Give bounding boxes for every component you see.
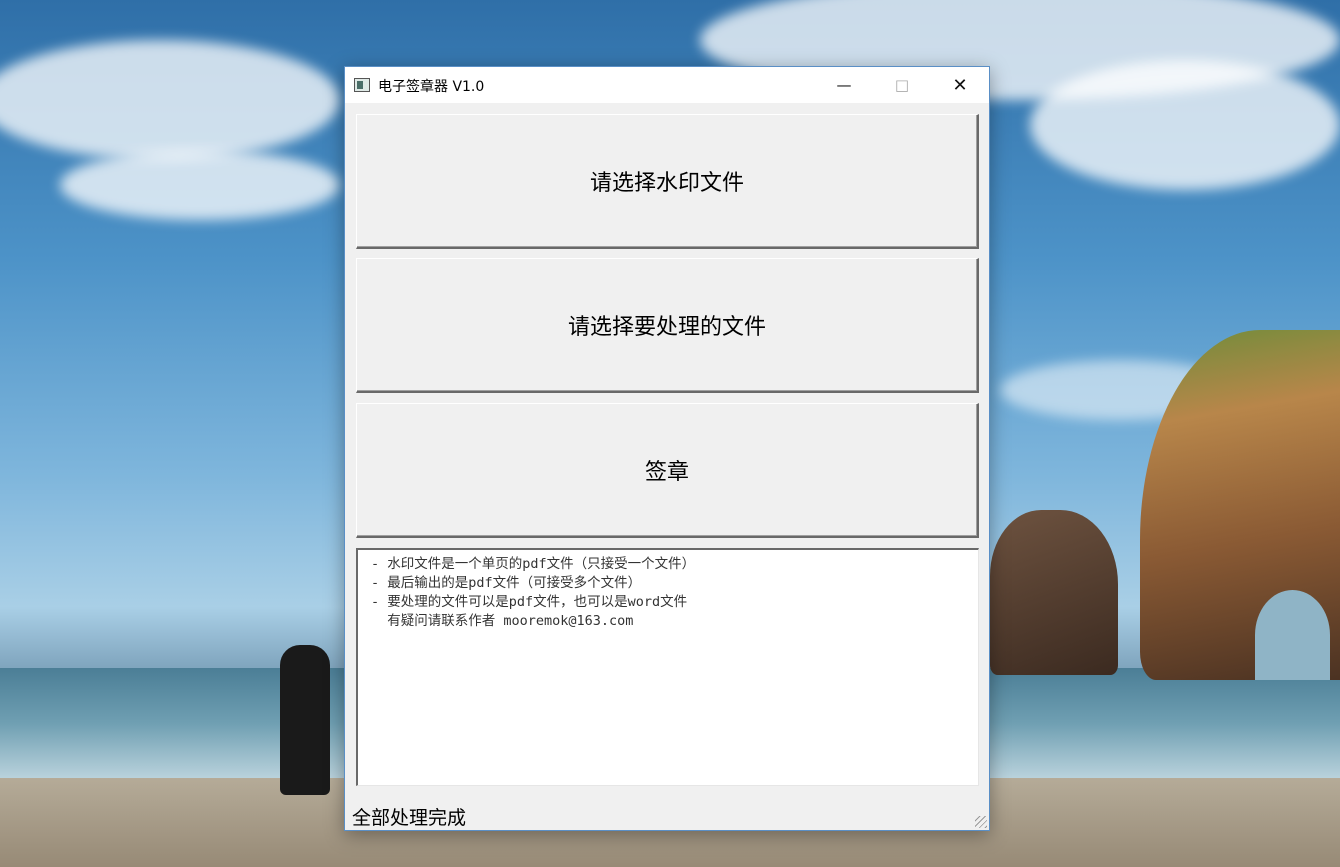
title-bar[interactable]: 电子签章器 V1.0 — □ ✕ <box>345 67 989 103</box>
app-window: 电子签章器 V1.0 — □ ✕ 请选择水印文件 请选择要处理的文件 签章 - … <box>344 66 990 831</box>
window-title: 电子签章器 V1.0 <box>378 79 485 95</box>
info-textbox[interactable]: - 水印文件是一个单页的pdf文件（只接受一个文件） - 最后输出的是pdf文件… <box>356 548 979 786</box>
select-files-button[interactable]: 请选择要处理的文件 <box>356 258 979 393</box>
sign-button[interactable]: 签章 <box>356 403 979 538</box>
app-icon <box>354 78 370 92</box>
status-label: 全部处理完成 <box>352 807 467 829</box>
info-line: - 要处理的文件可以是pdf文件，也可以是word文件 <box>371 594 688 610</box>
select-watermark-button[interactable]: 请选择水印文件 <box>356 114 979 249</box>
rock <box>990 510 1118 675</box>
info-line: - 水印文件是一个单页的pdf文件（只接受一个文件） <box>371 556 696 572</box>
runner-figure <box>280 645 330 795</box>
close-icon[interactable]: ✕ <box>931 67 989 103</box>
cloud <box>60 150 340 220</box>
info-contact-line: 有疑问请联系作者 mooremok@163.com <box>371 613 634 629</box>
cloud <box>1030 60 1340 190</box>
maximize-icon[interactable]: □ <box>873 67 931 103</box>
cloud <box>0 40 340 160</box>
resize-grip-icon[interactable] <box>975 816 987 828</box>
minimize-icon[interactable]: — <box>815 67 873 103</box>
rock-arch <box>1255 590 1330 680</box>
info-line: - 最后输出的是pdf文件（可接受多个文件） <box>371 575 642 591</box>
